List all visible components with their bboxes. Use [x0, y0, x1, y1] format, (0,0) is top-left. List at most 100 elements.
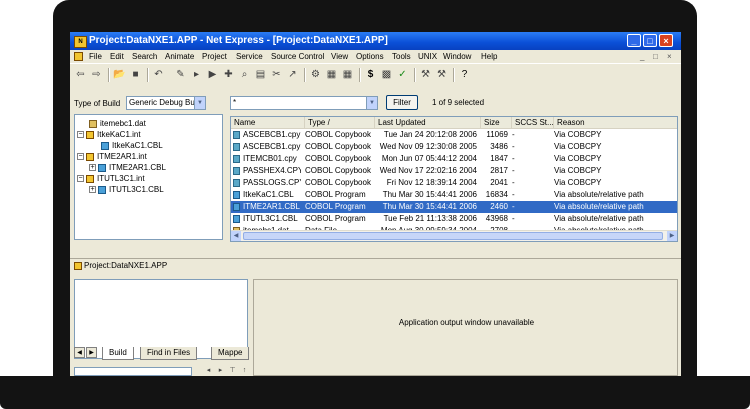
collapse-icon[interactable]: − — [77, 131, 84, 139]
tab-next-icon[interactable]: ▶ — [86, 347, 97, 358]
mdi-close-button[interactable]: × — [667, 51, 672, 62]
file-list-header: Name Type / Last Updated Size SCCS St...… — [231, 117, 677, 129]
check-icon[interactable]: ✓ — [396, 68, 409, 81]
chevron-down-icon[interactable]: ▼ — [194, 97, 205, 109]
tab-prev-icon[interactable]: ◀ — [74, 347, 85, 358]
filter-button[interactable]: Filter — [386, 95, 418, 110]
pin-icon[interactable]: ⊤ — [228, 366, 237, 375]
menu-view[interactable]: View — [331, 51, 348, 62]
build-icon[interactable]: ⚒ — [419, 68, 432, 81]
build-type-select[interactable]: Generic Debug Build ▼ — [126, 96, 206, 110]
minimize-button[interactable]: _ — [627, 34, 641, 47]
table-row[interactable]: ItkeKaC1.CBL COBOL Program Thu Mar 30 15:4… — [231, 189, 677, 201]
table-cell-text: 2817 — [490, 166, 508, 175]
compile-icon[interactable]: ⚙ — [309, 68, 322, 81]
menu-tools[interactable]: Tools — [392, 51, 411, 62]
find-icon[interactable]: ⌕ — [238, 68, 251, 81]
run-icon[interactable]: ▶ — [206, 68, 219, 81]
menu-edit[interactable]: Edit — [110, 51, 124, 62]
open-icon[interactable]: 📂 — [113, 68, 126, 81]
filter-input[interactable]: * ▼ — [230, 96, 378, 110]
menu-animate[interactable]: Animate — [165, 51, 194, 62]
expand-icon[interactable]: + — [89, 186, 96, 194]
step-icon[interactable]: ▸ — [190, 68, 203, 81]
up-icon[interactable]: ↑ — [240, 366, 249, 375]
table-cell-text: Thu Mar 30 15:44:41 2006 — [382, 190, 477, 199]
forward-icon[interactable]: ⇨ — [90, 68, 103, 81]
table-cell: COBOL Copybook — [305, 141, 371, 153]
collapse-icon[interactable]: − — [77, 153, 84, 161]
toolbar-separator — [304, 68, 306, 82]
menu-source-control[interactable]: Source Control — [271, 51, 324, 62]
scroll-left-icon[interactable]: ◀ — [231, 231, 241, 241]
collapse-icon[interactable]: − — [77, 175, 84, 183]
tab-mappe[interactable]: Mappe — [211, 347, 250, 360]
nav-left-icon[interactable]: ◂ — [204, 366, 213, 375]
tree-item[interactable]: ItkeKaC1.CBL — [101, 140, 163, 151]
table-cell-text: 2041 — [490, 178, 508, 187]
toolbar-separator — [453, 68, 455, 82]
brush-icon[interactable]: ✎ — [174, 68, 187, 81]
help-icon[interactable]: ? — [458, 68, 471, 81]
dollar-icon[interactable]: $ — [364, 68, 377, 81]
cut-icon[interactable]: ✂ — [270, 68, 283, 81]
undo-icon[interactable]: ↶ — [152, 68, 165, 81]
pin-icon[interactable]: ✚ — [222, 68, 235, 81]
tree-item[interactable]: − ITME2AR1.int — [77, 151, 147, 162]
tree-item[interactable]: − ITUTL3C1.int — [77, 173, 145, 184]
back-icon[interactable]: ⇦ — [74, 68, 87, 81]
mdi-minimize-button[interactable]: _ — [640, 51, 644, 62]
maximize-button[interactable]: □ — [643, 34, 657, 47]
column-header-type[interactable]: Type / — [305, 117, 375, 128]
table-row[interactable]: ITME2AR1.CBL COBOL Program Thu Mar 30 15:4… — [231, 201, 677, 213]
table-row[interactable]: PASSHEX4.CPY COBOL Copybook Wed Nov 17 22:… — [231, 165, 677, 177]
table-row[interactable]: PASSLOGS.CPY COBOL Copybook Fri Nov 12 18:… — [231, 177, 677, 189]
table-row[interactable]: ASCEBCB1.cpy COBOL Copybook Tue Jan 24 20:… — [231, 129, 677, 141]
menu-window[interactable]: Window — [443, 51, 471, 62]
save-icon[interactable]: ■ — [129, 68, 142, 81]
chevron-down-icon[interactable]: ▼ — [366, 96, 378, 110]
column-header-last-updated[interactable]: Last Updated — [375, 117, 481, 128]
arrow-icon[interactable]: ↗ — [286, 68, 299, 81]
tree-item[interactable]: + ITUTL3C1.CBL — [89, 184, 164, 195]
menu-file[interactable]: File — [89, 51, 102, 62]
rebuild-icon[interactable]: ⚒ — [435, 68, 448, 81]
table-row[interactable]: ITEMCB01.cpy COBOL Copybook Mon Jun 07 05:… — [231, 153, 677, 165]
mdi-restore-button[interactable]: □ — [653, 51, 658, 62]
program-file-icon — [98, 163, 106, 172]
table-row[interactable]: ITUTL3C1.CBL COBOL Program Tue Feb 21 11:1… — [231, 213, 677, 225]
table-cell: ASCEBCB1.cpy — [231, 129, 301, 141]
tree-item[interactable]: − ItkeKaC1.int — [77, 129, 141, 140]
horizontal-scrollbar[interactable]: ◀ ▶ — [231, 230, 677, 241]
tab-find-in-files[interactable]: Find in Files — [140, 347, 198, 360]
nav-right-icon[interactable]: ▸ — [216, 366, 225, 375]
column-header-name[interactable]: Name — [231, 117, 305, 128]
menu-search[interactable]: Search — [132, 51, 157, 62]
column-header-sccs-status[interactable]: SCCS St... — [512, 117, 554, 128]
delete-icon[interactable]: ▤ — [254, 68, 267, 81]
toolbar: ⇦ ⇨ 📂 ■ ↶ ✎ ▸ ▶ ✚ ⌕ ▤ ✂ ↗ ⚙ ▦ ▦ $ ▩ ✓ ⚒ … — [70, 63, 681, 87]
menu-options[interactable]: Options — [356, 51, 384, 62]
close-button[interactable]: × — [659, 34, 673, 47]
scroll-right-icon[interactable]: ▶ — [667, 231, 677, 241]
table-icon[interactable]: ▩ — [380, 68, 393, 81]
table-cell-text: 3486 — [490, 142, 508, 151]
menu-help[interactable]: Help — [481, 51, 497, 62]
column-header-size[interactable]: Size — [481, 117, 512, 128]
scrollbar-thumb[interactable] — [243, 232, 663, 240]
grid-icon[interactable]: ▦ — [325, 68, 338, 81]
tree-item[interactable]: + ITME2AR1.CBL — [89, 162, 166, 173]
table-row[interactable]: ASCEBCB1.cpy COBOL Copybook Wed Nov 09 12:… — [231, 141, 677, 153]
table-cell: 2817 — [481, 165, 508, 177]
expand-icon[interactable]: + — [89, 164, 96, 172]
table-cell: 3486 — [481, 141, 508, 153]
menu-project[interactable]: Project — [202, 51, 227, 62]
menu-service[interactable]: Service — [236, 51, 263, 62]
column-header-reason[interactable]: Reason — [554, 117, 677, 128]
command-input[interactable] — [74, 367, 192, 376]
grid-icon[interactable]: ▦ — [341, 68, 354, 81]
tab-build[interactable]: Build — [102, 347, 134, 360]
menu-unix[interactable]: UNIX — [418, 51, 437, 62]
tree-item[interactable]: itemebc1.dat — [89, 118, 146, 129]
document-icon[interactable] — [74, 52, 83, 61]
